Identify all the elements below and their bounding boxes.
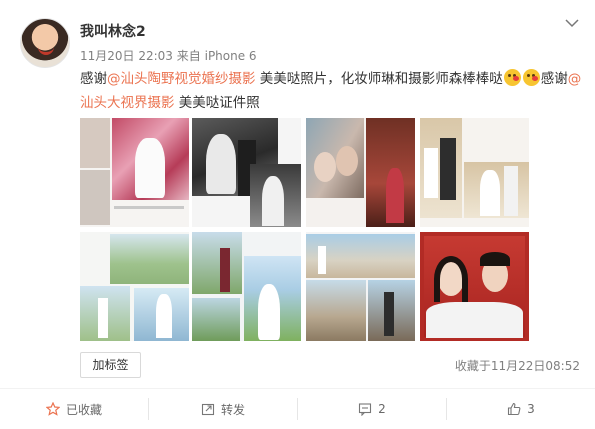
user-avatar[interactable] [20, 18, 70, 68]
favorited-time: 收藏于11月22日08:52 [454, 359, 580, 373]
photo-thumbnail[interactable] [420, 232, 529, 341]
repost-icon [201, 403, 215, 416]
kiss-emoji-icon [522, 69, 540, 86]
post-text: 感谢@汕头陶野视觉婚纱摄影 美美哒照片，化妆师琳和摄影师森棒棒哒 感谢@汕头大视界… [80, 67, 585, 115]
repost-label: 转发 [220, 402, 245, 417]
chevron-down-icon[interactable] [564, 15, 580, 31]
star-icon [45, 402, 60, 416]
photo-thumbnail[interactable] [80, 232, 189, 341]
kiss-emoji-icon [503, 69, 521, 86]
favorite-button[interactable]: 已收藏 [0, 389, 148, 429]
post-text-part: 感谢 [540, 71, 568, 87]
repost-button[interactable]: 转发 [149, 389, 297, 429]
post-text-part: 美美哒照片，化妆师琳和摄影师森棒棒哒 [255, 71, 503, 87]
source-prefix: 来自 [176, 49, 201, 63]
photo-thumbnail[interactable] [420, 118, 529, 227]
photo-thumbnail[interactable] [306, 232, 415, 341]
comment-button[interactable]: 2 [298, 389, 446, 429]
photo-thumbnail[interactable] [80, 118, 189, 227]
username[interactable]: 我叫林念2 [80, 21, 146, 41]
weibo-post-card: 我叫林念2 11月20日 22:03 来自 iPhone 6 感谢@汕头陶野视觉… [0, 0, 595, 429]
thumbs-up-icon [508, 402, 521, 416]
post-text-part: 美美哒证件照 [174, 95, 260, 111]
comment-icon [359, 403, 372, 416]
photo-thumbnail[interactable] [192, 118, 301, 227]
mention-link[interactable]: @汕头陶野视觉婚纱摄影 [107, 71, 256, 87]
post-timestamp[interactable]: 11月20日 22:03 [80, 49, 173, 63]
add-tag-button[interactable]: 加标签 [80, 352, 141, 378]
favorite-label: 已收藏 [65, 402, 102, 417]
post-text-part: 感谢 [80, 71, 107, 87]
photo-thumbnail[interactable] [192, 232, 301, 341]
photo-thumbnail[interactable] [306, 118, 415, 227]
like-count: 3 [527, 402, 535, 416]
post-meta: 11月20日 22:03 来自 iPhone 6 [80, 47, 257, 64]
comment-count: 2 [378, 402, 386, 416]
like-button[interactable]: 3 [447, 389, 595, 429]
post-source[interactable]: iPhone 6 [205, 49, 257, 63]
